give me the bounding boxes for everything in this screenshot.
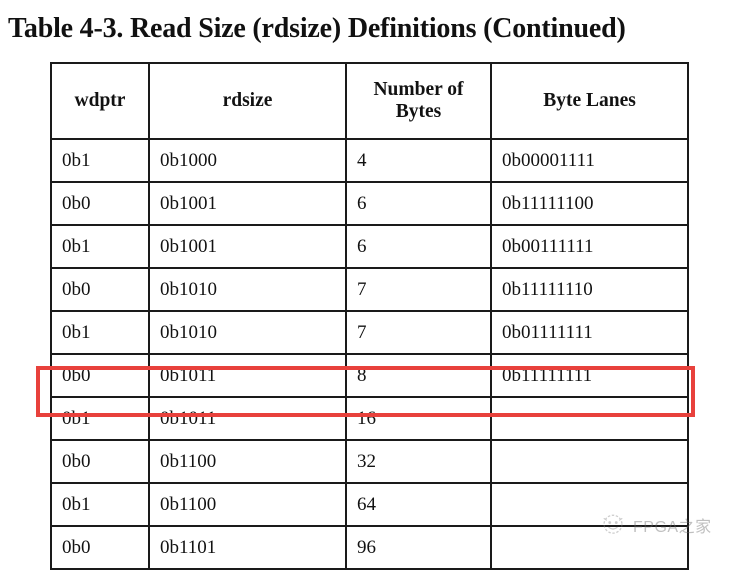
cell-byte-lanes: 0b00001111 [490, 138, 689, 183]
column-header-rdsize: rdsize [148, 62, 347, 140]
table-row: 0b0 0b1101 96 [50, 525, 689, 570]
cell-byte-lanes: 0b00111111 [490, 224, 689, 269]
rdsize-definitions-table: wdptr rdsize Number of Bytes Byte Lanes … [50, 62, 689, 570]
cell-rdsize: 0b1010 [148, 310, 347, 355]
cell-bytes: 16 [345, 396, 492, 441]
table-row: 0b1 0b1011 16 [50, 396, 689, 441]
cell-byte-lanes: 0b01111111 [490, 310, 689, 355]
cell-bytes: 64 [345, 482, 492, 527]
cell-rdsize: 0b1011 [148, 396, 347, 441]
table-row-highlighted: 0b0 0b1011 8 0b11111111 [50, 353, 689, 398]
cell-bytes: 6 [345, 181, 492, 226]
table-row: 0b0 0b1010 7 0b11111110 [50, 267, 689, 312]
cell-byte-lanes [490, 525, 689, 570]
table-row: 0b1 0b1000 4 0b00001111 [50, 138, 689, 183]
column-header-byte-lanes: Byte Lanes [490, 62, 689, 140]
table-row: 0b1 0b1010 7 0b01111111 [50, 310, 689, 355]
cell-wdptr: 0b1 [50, 482, 150, 527]
column-header-number-of-bytes: Number of Bytes [345, 62, 492, 140]
page-title: Table 4-3. Read Size (rdsize) Definition… [8, 13, 626, 44]
cell-byte-lanes: 0b11111100 [490, 181, 689, 226]
cell-bytes: 7 [345, 267, 492, 312]
cell-wdptr: 0b0 [50, 267, 150, 312]
cell-wdptr: 0b1 [50, 138, 150, 183]
cell-rdsize: 0b1101 [148, 525, 347, 570]
cell-byte-lanes [490, 396, 689, 441]
cell-wdptr: 0b1 [50, 396, 150, 441]
table-row: 0b1 0b1100 64 [50, 482, 689, 527]
table-row: 0b1 0b1001 6 0b00111111 [50, 224, 689, 269]
document-page: Table 4-3. Read Size (rdsize) Definition… [0, 0, 744, 570]
cell-bytes: 7 [345, 310, 492, 355]
cell-wdptr: 0b0 [50, 181, 150, 226]
table-header-row: wdptr rdsize Number of Bytes Byte Lanes [50, 62, 689, 140]
cell-rdsize: 0b1001 [148, 224, 347, 269]
cell-wdptr: 0b0 [50, 525, 150, 570]
table-row: 0b0 0b1100 32 [50, 439, 689, 484]
cell-wdptr: 0b1 [50, 224, 150, 269]
cell-bytes: 8 [345, 353, 492, 398]
cell-rdsize: 0b1100 [148, 439, 347, 484]
table-row: 0b0 0b1001 6 0b11111100 [50, 181, 689, 226]
cell-bytes: 6 [345, 224, 492, 269]
cell-byte-lanes [490, 439, 689, 484]
column-header-wdptr: wdptr [50, 62, 150, 140]
cell-rdsize: 0b1100 [148, 482, 347, 527]
cell-bytes: 96 [345, 525, 492, 570]
cell-byte-lanes: 0b11111110 [490, 267, 689, 312]
cell-wdptr: 0b1 [50, 310, 150, 355]
cell-byte-lanes: 0b11111111 [490, 353, 689, 398]
cell-rdsize: 0b1011 [148, 353, 347, 398]
cell-wdptr: 0b0 [50, 353, 150, 398]
cell-bytes: 4 [345, 138, 492, 183]
cell-byte-lanes [490, 482, 689, 527]
cell-rdsize: 0b1000 [148, 138, 347, 183]
cell-wdptr: 0b0 [50, 439, 150, 484]
cell-rdsize: 0b1010 [148, 267, 347, 312]
cell-rdsize: 0b1001 [148, 181, 347, 226]
cell-bytes: 32 [345, 439, 492, 484]
